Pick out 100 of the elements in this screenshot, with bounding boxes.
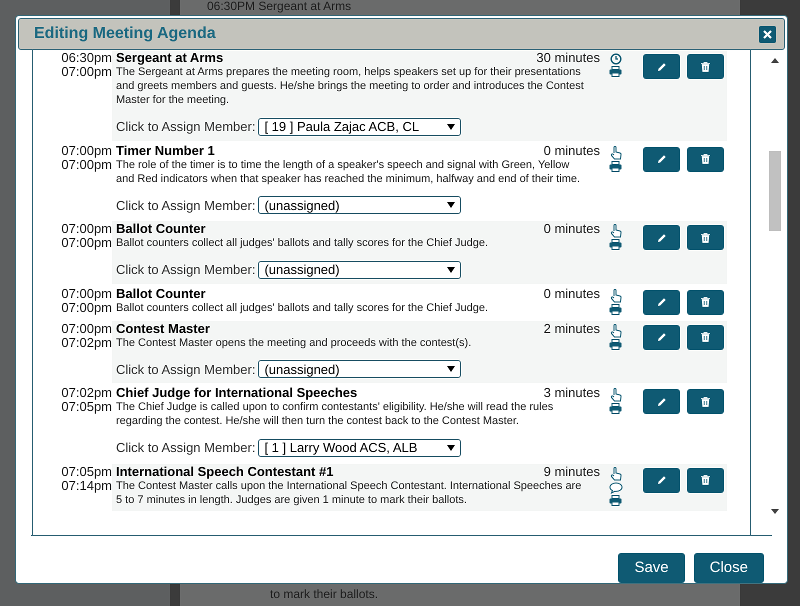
edit-button[interactable]: [643, 324, 680, 350]
assign-label: Click to Assign Member:: [116, 360, 256, 379]
delete-button[interactable]: [687, 468, 724, 492]
pencil-icon: [656, 332, 666, 342]
pencil-icon: [656, 396, 666, 406]
assign-label: Click to Assign Member:: [116, 439, 256, 457]
member-select[interactable]: (unassigned): [258, 260, 462, 279]
pencil-icon: [656, 232, 666, 242]
trash-icon: [701, 475, 710, 485]
print-icon[interactable]: [609, 239, 622, 250]
time-label: 07:00pm: [61, 300, 112, 314]
trash-icon: [701, 154, 710, 164]
delete-button[interactable]: [687, 54, 724, 79]
time-label: 07:05pm: [61, 464, 112, 478]
background-text: to mark their ballots.: [270, 587, 378, 601]
assign-label: Click to Assign Member:: [116, 196, 256, 215]
time-label: 07:00pm: [61, 236, 112, 250]
pencil-icon: [656, 475, 666, 485]
item-title: International Speech Contestant #1: [116, 464, 334, 478]
print-icon[interactable]: [609, 403, 622, 414]
item-description: The Sergeant at Arms prepares the meeting room, helps speakers set up for their presentations and greets members and guests. He/she brings the meeting to order and introduces the Contest Master for the meeting.: [116, 65, 585, 107]
item-description: The Chief Judge is called upon to confirm contestants' eligibility. He/she will read the rules regarding the contest. He/she will then turn the contest back to the Contest Master.: [116, 400, 554, 428]
dropdown-caret-icon: [447, 366, 456, 372]
time-label: 06:30pm: [61, 51, 112, 65]
print-icon[interactable]: [609, 66, 622, 77]
item-description: The Contest Master calls upon the International Speech Contestant. International Speeches are 5 to 7 minutes in length. Judges are given 1 minute to mark their ballots.: [116, 479, 582, 506]
edit-button[interactable]: [643, 389, 680, 414]
print-icon[interactable]: [609, 160, 622, 172]
delete-button[interactable]: [687, 290, 724, 314]
edit-button[interactable]: [643, 54, 680, 79]
item-description: The Contest Master opens the meeting and proceeds with the contest(s).: [116, 336, 472, 350]
time-label: 07:00pm: [61, 158, 112, 172]
pointing-hand-icon[interactable]: [610, 224, 622, 238]
pointing-hand-icon[interactable]: [610, 288, 622, 302]
scrollbar-thumb[interactable]: [769, 151, 781, 231]
pencil-icon: [656, 297, 666, 307]
scroll-down-icon[interactable]: [771, 509, 779, 514]
time-label: 07:02pm: [61, 386, 112, 400]
item-description: Ballot counters collect all judges' ballots and tally scores for the Chief Judge.: [116, 236, 490, 250]
close-button[interactable]: [759, 26, 776, 42]
duration-label: 9 minutes: [544, 464, 600, 478]
duration-label: 30 minutes: [536, 51, 600, 65]
item-title: Chief Judge for International Speeches: [116, 386, 358, 400]
scroll-up-icon[interactable]: [771, 58, 779, 63]
pencil-icon: [656, 62, 666, 72]
trash-icon: [701, 297, 710, 307]
time-label: 07:00pm: [61, 65, 112, 79]
delete-button[interactable]: [687, 324, 724, 350]
duration-label: 0 minutes: [544, 222, 600, 236]
item-title: Ballot Counter: [116, 286, 206, 300]
close-icon: [763, 30, 772, 38]
background-text: 06:30PM Sergeant at Arms: [207, 0, 352, 13]
dropdown-caret-icon: [447, 444, 456, 451]
item-title: Contest Master: [116, 322, 210, 336]
dropdown-caret-icon: [447, 266, 456, 273]
time-label: 07:00pm: [61, 322, 112, 336]
time-label: 07:00pm: [61, 222, 112, 236]
pencil-icon: [656, 154, 666, 164]
pointing-hand-icon[interactable]: [610, 324, 622, 338]
dialog-button[interactable]: Close: [694, 553, 764, 583]
trash-icon: [701, 62, 710, 72]
clock-icon[interactable]: [610, 53, 622, 65]
delete-button[interactable]: [687, 146, 724, 172]
assign-label: Click to Assign Member:: [116, 118, 256, 136]
duration-label: 0 minutes: [544, 144, 600, 158]
time-label: 07:02pm: [61, 336, 112, 350]
edit-button[interactable]: [643, 468, 680, 492]
time-label: 07:00pm: [61, 286, 112, 300]
duration-label: 0 minutes: [544, 286, 600, 300]
item-title: Ballot Counter: [116, 222, 206, 236]
pointing-hand-icon[interactable]: [610, 466, 622, 480]
item-description: Ballot counters collect all judges' ballots and tally scores for the Chief Judge.: [116, 300, 490, 314]
speech-bubble-icon[interactable]: [608, 482, 622, 494]
time-label: 07:14pm: [61, 478, 112, 492]
duration-label: 3 minutes: [544, 386, 600, 400]
dropdown-caret-icon: [447, 124, 456, 130]
dialog-button[interactable]: Save: [618, 553, 685, 583]
item-title: Sergeant at Arms: [116, 51, 224, 65]
pointing-hand-icon[interactable]: [610, 388, 622, 402]
print-icon[interactable]: [609, 338, 622, 350]
delete-button[interactable]: [687, 389, 724, 414]
member-select[interactable]: (unassigned): [258, 196, 462, 214]
print-icon[interactable]: [609, 494, 622, 506]
edit-button[interactable]: [643, 290, 680, 314]
time-label: 07:00pm: [61, 144, 112, 158]
pointing-hand-icon[interactable]: [610, 146, 622, 160]
trash-icon: [701, 232, 710, 242]
member-select[interactable]: (unassigned): [258, 360, 462, 378]
edit-button[interactable]: [643, 225, 680, 250]
dropdown-caret-icon: [447, 202, 456, 208]
print-icon[interactable]: [609, 304, 622, 314]
dialog-title: Editing Meeting Agenda: [34, 24, 216, 44]
duration-label: 2 minutes: [544, 322, 600, 336]
member-select[interactable]: [ 1 ] Larry Wood ACS, ALB: [258, 438, 462, 457]
delete-button[interactable]: [687, 225, 724, 250]
trash-icon: [701, 332, 710, 342]
edit-button[interactable]: [643, 146, 680, 172]
time-label: 07:05pm: [61, 400, 112, 414]
item-title: Timer Number 1: [116, 144, 215, 158]
member-select[interactable]: [ 19 ] Paula Zajac ACB, CL: [258, 118, 462, 136]
